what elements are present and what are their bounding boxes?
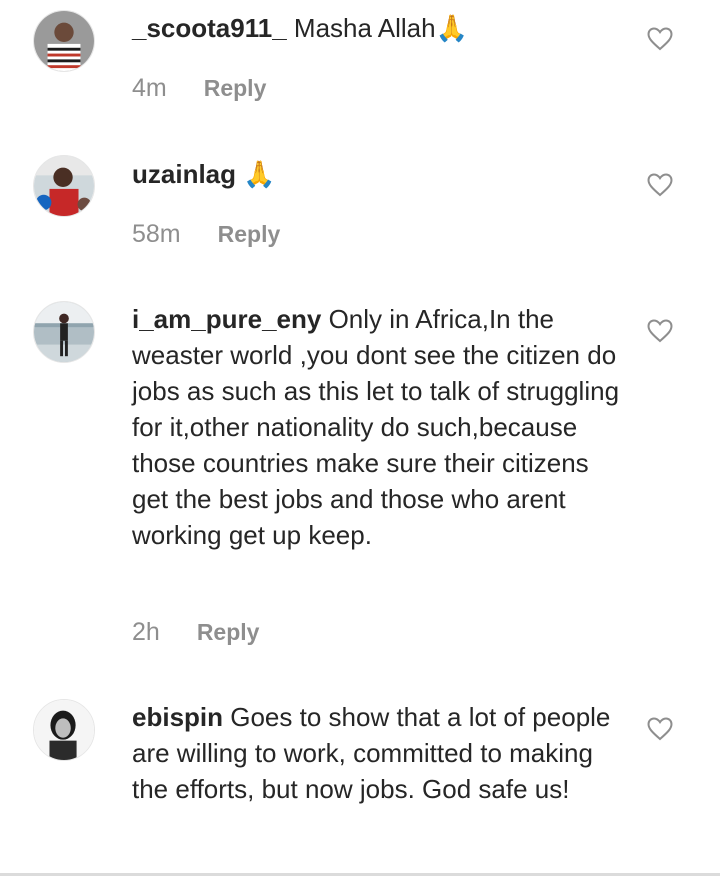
- comment-username[interactable]: i_am_pure_eny: [132, 304, 321, 334]
- avatar-photo-red-outfit: [34, 156, 94, 216]
- comment-timestamp: 58m: [132, 220, 181, 248]
- user-avatar[interactable]: [33, 699, 95, 761]
- heart-outline-icon[interactable]: [647, 27, 673, 51]
- heart-outline-icon[interactable]: [647, 173, 673, 197]
- heart-outline-icon[interactable]: [647, 717, 673, 741]
- comment-meta: 2h Reply: [132, 618, 259, 647]
- heart-outline-icon[interactable]: [647, 319, 673, 343]
- comment-body: ebispin Goes to show that a lot of peopl…: [132, 699, 622, 807]
- comment-username[interactable]: ebispin: [132, 702, 223, 732]
- comment-meta: 4m Reply: [132, 74, 266, 103]
- user-avatar[interactable]: [33, 10, 95, 72]
- comment-text: 🙏: [243, 159, 276, 189]
- comment-username[interactable]: uzainlag: [132, 159, 236, 189]
- comment-body: i_am_pure_eny Only in Africa,In the weas…: [132, 301, 622, 553]
- comment-meta: 58m Reply: [132, 220, 280, 249]
- user-avatar[interactable]: [33, 155, 95, 217]
- comment-username[interactable]: _scoota911_: [132, 13, 287, 43]
- comment-body: uzainlag 🙏: [132, 156, 622, 192]
- comment-timestamp: 2h: [132, 618, 160, 646]
- reply-button[interactable]: Reply: [204, 75, 267, 102]
- comment-text: Only in Africa,In the weaster world ,you…: [132, 304, 620, 550]
- reply-button[interactable]: Reply: [218, 221, 281, 248]
- comment-timestamp: 4m: [132, 74, 167, 102]
- reply-button[interactable]: Reply: [197, 619, 260, 646]
- comment-text: Masha Allah🙏: [293, 13, 468, 43]
- avatar-photo-striped-shirt: [34, 11, 94, 71]
- user-avatar[interactable]: [33, 301, 95, 363]
- avatar-photo-standing-figure: [34, 302, 94, 362]
- comment-body: _scoota911_ Masha Allah🙏: [132, 10, 622, 46]
- avatar-photo-black-and-white: [34, 700, 94, 760]
